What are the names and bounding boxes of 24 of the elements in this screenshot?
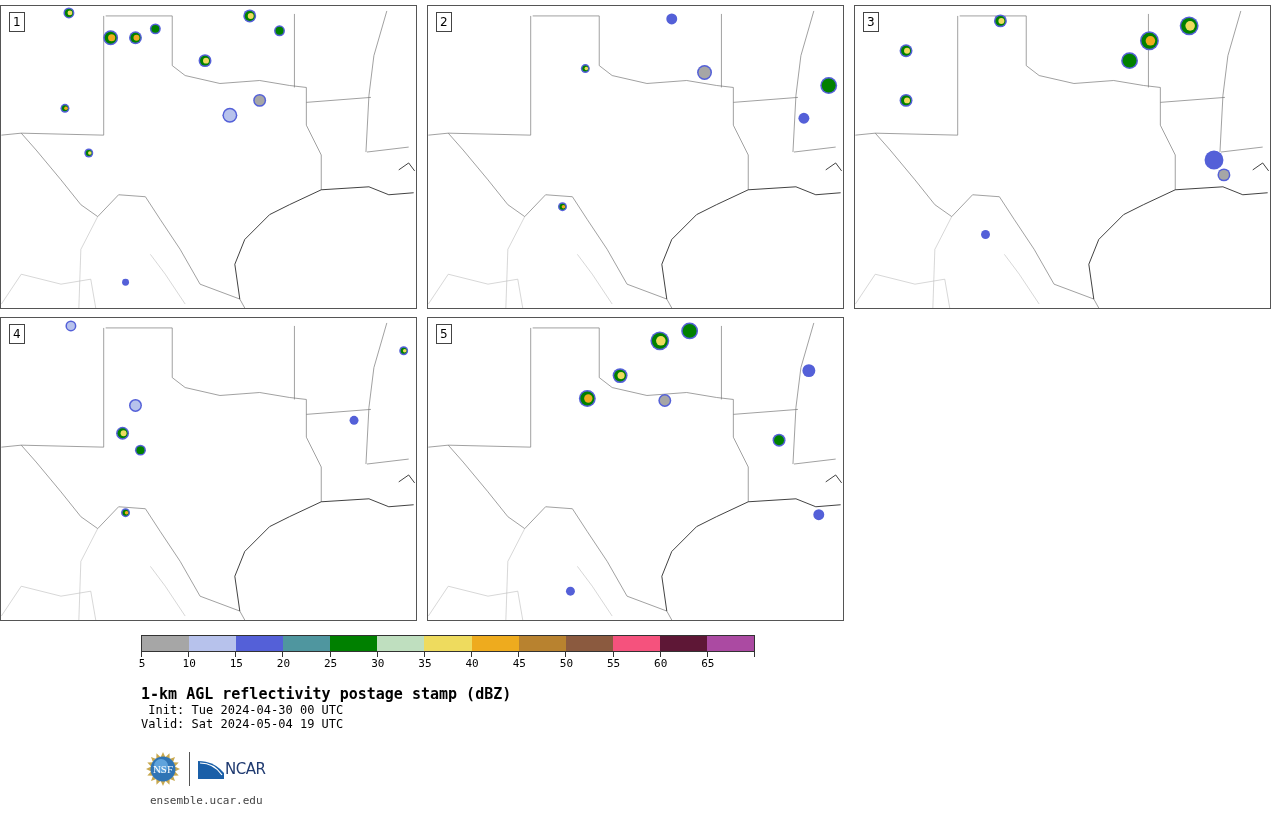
panel-number: 3 (863, 12, 879, 32)
nsf-logo: NSF (145, 751, 181, 787)
tick-label: 10 (182, 657, 196, 670)
panel-number: 2 (436, 12, 452, 32)
tick-label: 40 (465, 657, 479, 670)
init-time: Init: Tue 2024-04-30 00 UTC (147, 703, 345, 717)
tick-label: 25 (324, 657, 338, 670)
panel-number: 4 (9, 324, 25, 344)
tick-label: 30 (371, 657, 385, 670)
website-url: ensemble.ucar.edu (150, 793, 264, 809)
tick-label: 55 (606, 657, 621, 670)
chart-title: 1-km AGL reflectivity postage stamp (dBZ) (141, 685, 513, 703)
panel-number: 5 (436, 324, 452, 344)
panel-number: 1 (9, 12, 25, 32)
tick-label: 20 (276, 657, 291, 670)
tick-label: 5 (138, 657, 146, 670)
valid-time: Valid: Sat 2024-05-04 19 UTC (141, 717, 345, 731)
tick-label: 65 (701, 657, 715, 670)
ncar-logo: NCAR (198, 757, 266, 781)
tick-label: 15 (229, 657, 243, 670)
tick-label: 60 (654, 657, 668, 670)
tick-label: 50 (559, 657, 574, 670)
tick-label: 45 (512, 657, 526, 670)
tick-label: 35 (418, 657, 432, 670)
